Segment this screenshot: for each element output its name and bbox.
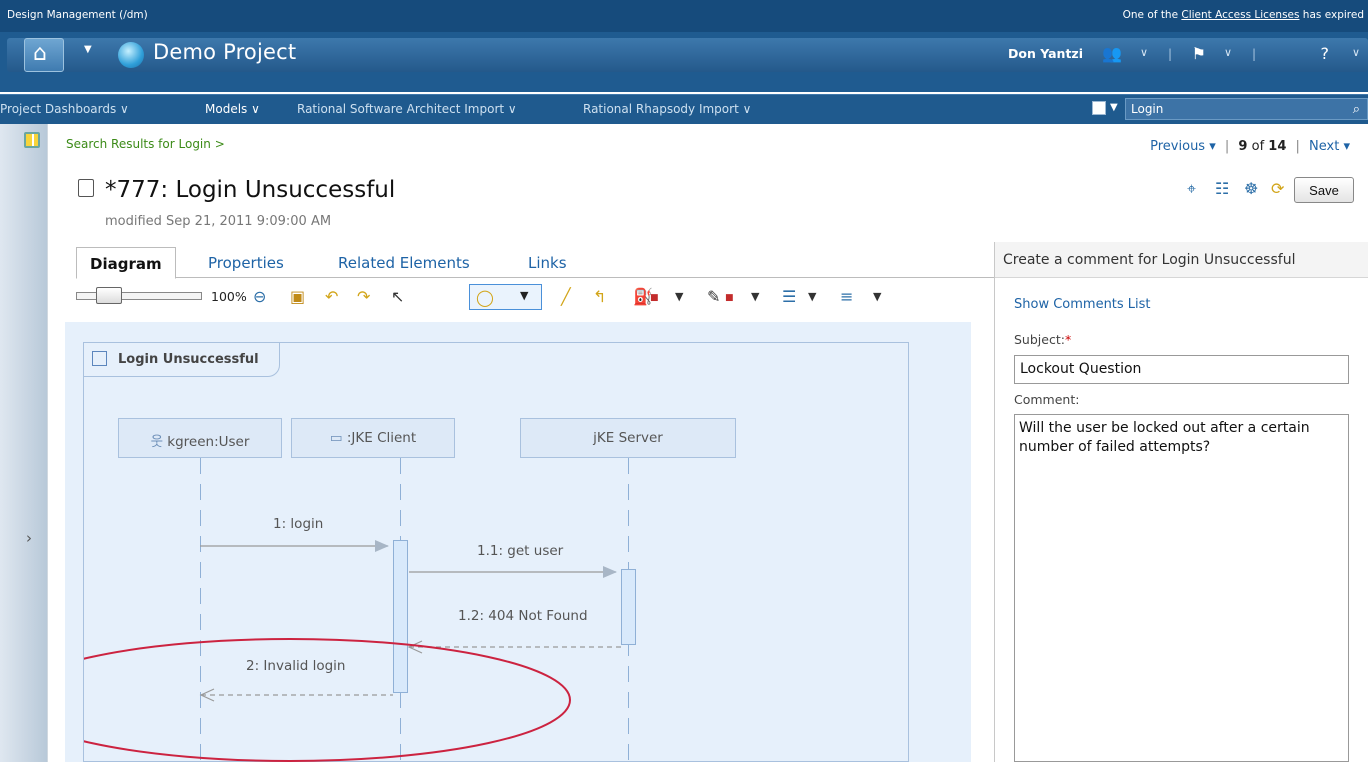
separator: | [1251, 47, 1256, 61]
modified-timestamp: modified Sep 21, 2011 9:09:00 AM [105, 214, 332, 229]
subject-label: Subject:* [1014, 332, 1072, 347]
search-scope-icon[interactable] [1092, 101, 1106, 115]
save-button[interactable]: Save [1294, 177, 1354, 203]
home-dropdown-arrow[interactable]: ▼ [84, 44, 102, 64]
main-content: Search Results for Login > Previous ▾ | … [48, 124, 1368, 768]
home-icon: ⌂ [33, 41, 47, 66]
message-label[interactable]: 1.2: 404 Not Found [458, 608, 588, 624]
dashboard-icon[interactable] [24, 132, 40, 148]
tree-icon[interactable]: ☷ [1215, 179, 1229, 198]
chevron-down-icon[interactable]: ▼ [520, 289, 528, 302]
left-rail: › [0, 124, 48, 762]
tab-related-elements[interactable]: Related Elements [338, 254, 470, 272]
chevron-down-icon[interactable]: ▼ [675, 290, 683, 303]
comment-textarea[interactable]: Will the user be locked out after a cert… [1014, 414, 1349, 762]
top-bar: Design Management (/dm) One of the Clien… [0, 0, 1368, 32]
user-name[interactable]: Don Yantzi [1008, 46, 1083, 61]
project-icon [118, 42, 144, 68]
tab-diagram[interactable]: Diagram [76, 247, 176, 279]
line-icon[interactable]: ╱ [561, 287, 571, 306]
fill-swatch-icon: ■ [650, 293, 659, 303]
pointer-icon[interactable]: ↖ [391, 287, 404, 306]
tab-properties[interactable]: Properties [208, 254, 284, 272]
project-header: ⌂ ▼ Demo Project Don Yantzi 👥 ∨ | ⚑ ∨ | … [0, 32, 1368, 92]
render-icon[interactable]: ☸ [1244, 179, 1258, 198]
nav-project-dashboards[interactable]: Project Dashboards ∨ [0, 102, 129, 116]
position-of: of [1251, 139, 1265, 154]
zoom-level: 100% [211, 289, 247, 304]
line-style-icon[interactable]: ≡ [840, 287, 853, 306]
nav-models[interactable]: Models ∨ [205, 102, 260, 116]
message-label[interactable]: 2: Invalid login [246, 658, 345, 674]
comment-label: Comment: [1014, 392, 1080, 407]
show-comments-link[interactable]: Show Comments List [1014, 297, 1151, 312]
chevron-down-icon[interactable]: ▼ [1110, 102, 1118, 113]
diagram-canvas[interactable]: Login Unsuccessful 웃 kgreen:User ▭ :JKE … [65, 322, 971, 768]
tab-bar: Diagram Properties Related Elements Link… [76, 247, 994, 279]
app-name: Design Management (/dm) [7, 9, 148, 21]
line-weight-icon[interactable]: ☰ [782, 287, 796, 306]
nav-rhapsody-import[interactable]: Rational Rhapsody Import ∨ [583, 102, 751, 116]
fit-icon[interactable]: ▣ [290, 287, 305, 306]
help-icon[interactable]: ? [1321, 44, 1330, 63]
previous-link[interactable]: Previous ▾ [1150, 139, 1216, 154]
page-title: *777: Login Unsuccessful [105, 177, 396, 203]
project-name[interactable]: Demo Project [153, 40, 296, 64]
line-swatch-icon: ■ [725, 293, 734, 303]
chevron-down-icon[interactable]: ∨ [1352, 46, 1360, 59]
search-input[interactable]: Login ⌕ [1125, 98, 1368, 120]
license-message: One of the Client Access Licenses has ex… [1122, 9, 1364, 21]
users-icon[interactable]: 👥 [1102, 44, 1122, 63]
message-label[interactable]: 1: login [273, 516, 323, 532]
team-icon[interactable]: ⚑ [1192, 44, 1206, 63]
message-arrowhead [375, 540, 389, 552]
chevron-down-icon[interactable]: ∨ [1140, 46, 1148, 59]
message-label[interactable]: 1.1: get user [477, 543, 563, 559]
redo-icon[interactable]: ↷ [357, 287, 370, 306]
zoom-slider-thumb[interactable] [96, 287, 122, 304]
refresh-icon[interactable]: ⟳ [1271, 179, 1284, 198]
tab-links[interactable]: Links [528, 254, 567, 272]
separator: | [1167, 47, 1172, 61]
chevron-down-icon[interactable]: ▼ [751, 290, 759, 303]
chevron-down-icon[interactable]: ∨ [1224, 46, 1232, 59]
undo-icon[interactable]: ↶ [325, 287, 338, 306]
subject-input[interactable]: Lockout Question [1014, 355, 1349, 384]
breadcrumb[interactable]: Search Results for Login > [66, 137, 225, 151]
zoom-slider[interactable] [76, 287, 202, 304]
next-link[interactable]: Next ▾ [1309, 139, 1350, 154]
search-icon[interactable]: ⌕ [1353, 102, 1360, 117]
diagram-element-icon [78, 179, 94, 197]
chevron-down-icon[interactable]: ▼ [873, 290, 881, 303]
client-access-licenses-link[interactable]: Client Access Licenses [1181, 9, 1299, 21]
ellipse-icon: ◯ [476, 288, 494, 307]
chevron-down-icon[interactable]: ▼ [808, 290, 816, 303]
message-arrowhead [603, 566, 617, 578]
nav-bar: Project Dashboards ∨ Models ∨ Rational S… [0, 94, 1368, 124]
zoom-out-icon[interactable]: ⊖ [253, 287, 266, 306]
pager: Previous ▾ | 9 of 14 | Next ▾ [1150, 139, 1350, 154]
nav-rsa-import[interactable]: Rational Software Architect Import ∨ [297, 102, 517, 116]
connector-icon[interactable]: ↰ [593, 287, 606, 306]
line-color-icon[interactable]: ✎ [707, 287, 720, 306]
position-current: 9 [1238, 139, 1248, 154]
comment-panel: Create a comment for Login Unsuccessful … [994, 242, 1368, 762]
position-total: 14 [1268, 139, 1287, 154]
expand-arrow-icon[interactable]: › [26, 529, 32, 547]
comment-panel-header: Create a comment for Login Unsuccessful [995, 242, 1368, 278]
shape-tool-selected[interactable]: ◯ ▼ [469, 284, 542, 310]
home-button[interactable]: ⌂ [24, 38, 64, 72]
diagram-toolbar: 100% ⊖ ▣ ↶ ↷ ↖ ◯ ▼ ╱ ↰ ⛽ ■ ▼ ✎ ■ ▼ ☰ ▼ ≡… [76, 282, 994, 312]
graph-icon[interactable]: ⌖ [1187, 179, 1196, 199]
element-toolbar: ⌖ ☷ ☸ ⟳ [1187, 179, 1287, 203]
sequence-frame: Login Unsuccessful 웃 kgreen:User ▭ :JKE … [83, 342, 909, 768]
